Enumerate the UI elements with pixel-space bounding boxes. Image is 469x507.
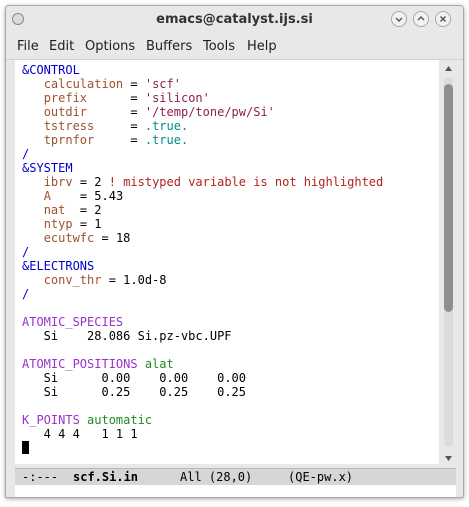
buffer-status: -:--- xyxy=(22,470,59,484)
card-k-points: K_POINTS xyxy=(22,413,80,427)
major-mode[interactable]: (QE-pw.x) xyxy=(288,470,353,484)
scroll-down-icon[interactable] xyxy=(444,454,453,463)
variable-name: tstress xyxy=(43,119,95,133)
variable-name: nat xyxy=(43,203,66,217)
comment: ! mistyped variable is not highlighted xyxy=(108,175,384,189)
namelist-control: &CONTROL xyxy=(22,63,80,77)
boolean-value: .true. xyxy=(144,133,189,147)
code-line: ecutwfc = 18 xyxy=(22,231,131,245)
assignment: = xyxy=(94,119,145,133)
variable-name: conv_thr xyxy=(43,273,102,287)
assignment: = 2 xyxy=(65,203,102,217)
menu-file[interactable]: File xyxy=(17,39,39,54)
maximize-button[interactable] xyxy=(413,11,429,27)
chevron-down-icon xyxy=(395,17,403,22)
code-line: K_POINTS automatic xyxy=(22,413,152,427)
code-line: ATOMIC_POSITIONS alat xyxy=(22,357,174,371)
namelist-end: / xyxy=(22,287,30,301)
boolean-value: .true. xyxy=(144,119,189,133)
card-atomic-species: ATOMIC_SPECIES xyxy=(22,315,124,329)
assignment: = 18 xyxy=(94,231,131,245)
variable-name: outdir xyxy=(43,105,88,119)
code-line: ATOMIC_SPECIES xyxy=(22,315,123,329)
menu-options[interactable]: Options xyxy=(85,39,135,54)
string-value: 'scf' xyxy=(144,77,181,91)
code-line: nat = 2 xyxy=(22,203,102,217)
card-option: alat xyxy=(137,357,174,371)
code-line: &ELECTRONS xyxy=(22,259,94,273)
assignment: = 5.43 xyxy=(50,189,124,203)
code-line: calculation = 'scf' xyxy=(22,77,181,91)
variable-name: A xyxy=(43,189,51,203)
assignment: = xyxy=(94,133,145,147)
buffer-position: All (28,0) xyxy=(180,470,253,484)
menu-edit[interactable]: Edit xyxy=(49,39,74,54)
code-line: ibrv = 2 ! mistyped variable is not high… xyxy=(22,175,384,189)
code-line: conv_thr = 1.0d-8 xyxy=(22,273,167,287)
assignment: = xyxy=(87,105,145,119)
mode-line: -:--- scf.Si.in All (28,0) (QE-pw.x) xyxy=(15,468,456,486)
minimize-button[interactable] xyxy=(391,11,407,27)
chevron-up-icon xyxy=(417,16,425,21)
assignment: = 1 xyxy=(72,217,102,231)
menu-buffers[interactable]: Buffers xyxy=(146,39,192,54)
variable-name: ecutwfc xyxy=(43,231,95,245)
text-cursor xyxy=(22,441,29,454)
variable-name: calculation xyxy=(43,77,124,91)
card-option: automatic xyxy=(79,413,153,427)
minibuffer[interactable] xyxy=(15,485,456,497)
variable-name: prefix xyxy=(43,91,88,105)
scroll-up-icon[interactable] xyxy=(444,64,453,73)
emacs-window: emacs@catalyst.ijs.si File Edit Options … xyxy=(5,5,464,498)
scroll-thumb[interactable] xyxy=(444,84,453,312)
close-button[interactable] xyxy=(435,11,451,27)
vertical-scrollbar[interactable] xyxy=(441,60,456,468)
code-line: / xyxy=(22,147,29,161)
assignment: = xyxy=(123,77,145,91)
card-atomic-positions: ATOMIC_POSITIONS xyxy=(22,357,138,371)
buffer-name[interactable]: scf.Si.in xyxy=(73,470,138,484)
code-line: prefix = 'silicon' xyxy=(22,91,210,105)
menu-bar: File Edit Options Buffers Tools Help xyxy=(6,33,463,60)
menu-help[interactable]: Help xyxy=(247,39,277,54)
namelist-electrons: &ELECTRONS xyxy=(22,259,95,273)
variable-name: ibrv xyxy=(43,175,73,189)
code-line: tstress = .true. xyxy=(22,119,189,133)
title-bar[interactable]: emacs@catalyst.ijs.si xyxy=(6,6,463,33)
variable-name: ntyp xyxy=(43,217,73,231)
string-value: 'silicon' xyxy=(144,91,210,105)
code-line: Si 0.25 0.25 0.25 xyxy=(22,385,246,399)
assignment: = 2 xyxy=(72,175,109,189)
code-line: A = 5.43 xyxy=(22,189,123,203)
namelist-end: / xyxy=(22,147,30,161)
assignment: = 1.0d-8 xyxy=(101,273,167,287)
code-line: 4 4 4 1 1 1 xyxy=(22,427,138,441)
code-line: &CONTROL xyxy=(22,63,80,77)
string-value: '/temp/tone/pw/Si' xyxy=(144,105,275,119)
code-line: &SYSTEM xyxy=(22,161,73,175)
code-line: Si 0.00 0.00 0.00 xyxy=(22,371,246,385)
variable-name: tprnfor xyxy=(43,133,95,147)
code-line: outdir = '/temp/tone/pw/Si' xyxy=(22,105,275,119)
code-line: tprnfor = .true. xyxy=(22,133,189,147)
menu-tools[interactable]: Tools xyxy=(203,39,235,54)
code-line: / xyxy=(22,245,29,259)
editor-buffer[interactable]: &CONTROL calculation = 'scf' prefix = 's… xyxy=(15,60,439,464)
code-line: / xyxy=(22,287,29,301)
assignment: = xyxy=(87,91,145,105)
namelist-end: / xyxy=(22,245,30,259)
close-icon xyxy=(440,16,446,22)
namelist-system: &SYSTEM xyxy=(22,161,73,175)
code-line: Si 28.086 Si.pz-vbc.UPF xyxy=(22,329,232,343)
code-line: ntyp = 1 xyxy=(22,217,102,231)
